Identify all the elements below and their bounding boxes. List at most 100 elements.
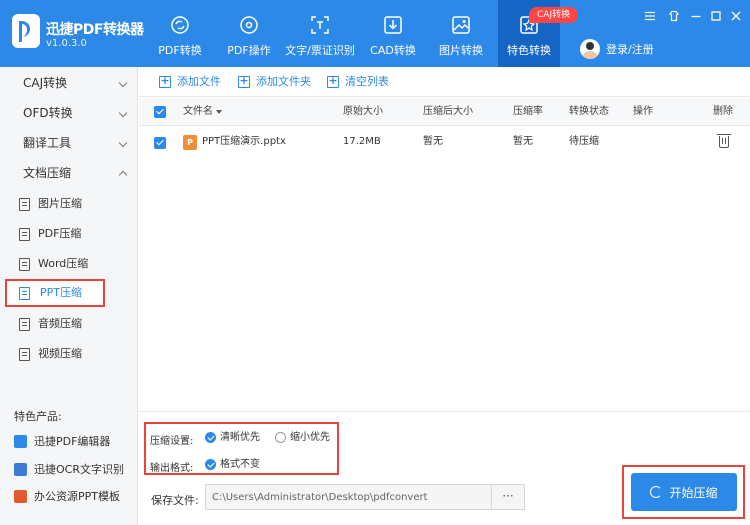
table-row[interactable]: PPT压缩演示.pptx 17.2MB 暂无 暂无 待压缩 xyxy=(139,127,750,157)
start-compress-button[interactable]: 开始压缩 xyxy=(631,473,737,511)
skin-icon xyxy=(669,10,679,22)
pdf-editor-icon xyxy=(14,435,27,448)
trash-icon[interactable] xyxy=(717,134,731,148)
row-checkbox[interactable] xyxy=(154,137,166,149)
option-keep-format[interactable]: 格式不变 xyxy=(205,459,260,471)
sidebar-cat-caj[interactable]: CAJ转换 xyxy=(0,68,138,98)
add-file-button[interactable]: 添加文件 xyxy=(159,74,221,89)
sidebar-cat-compress[interactable]: 文档压缩 xyxy=(0,158,138,188)
sidebar: CAJ转换 OFD转换 翻译工具 文档压缩 图片压缩 PDF压缩 Word压缩 … xyxy=(0,67,138,525)
featured-title: 特色产品: xyxy=(14,410,62,423)
browse-button[interactable]: ··· xyxy=(491,484,525,510)
tab-pdf-operate[interactable]: PDF操作 xyxy=(218,0,280,67)
add-folder-label: 添加文件夹 xyxy=(256,75,311,88)
radio-checked-icon xyxy=(205,432,216,443)
tab-label: PDF转换 xyxy=(158,44,202,57)
refresh-icon xyxy=(650,486,663,498)
option-label: 缩小优先 xyxy=(290,432,330,443)
orig-size: 17.2MB xyxy=(343,136,381,147)
sidebar-item-video-compress[interactable]: 视频压缩 xyxy=(5,340,105,368)
sidebar-item-image-compress[interactable]: 图片压缩 xyxy=(5,190,105,218)
status: 待压缩 xyxy=(569,136,599,147)
tab-label: 文字/票证识别 xyxy=(285,44,355,57)
sidebar-item-audio-compress[interactable]: 音频压缩 xyxy=(5,310,105,338)
menu-button[interactable] xyxy=(642,8,658,24)
add-folder-icon xyxy=(238,74,250,88)
tab-ocr[interactable]: 文字/票证识别 xyxy=(282,0,358,67)
option-small-priority[interactable]: 缩小优先 xyxy=(275,432,330,444)
add-folder-button[interactable]: 添加文件夹 xyxy=(238,74,311,89)
sidebar-item-ppt-compress[interactable]: PPT压缩 xyxy=(5,279,105,307)
save-file-label: 保存文件: xyxy=(151,494,199,507)
col-comp-size: 压缩后大小 xyxy=(423,106,473,117)
pdf-file-icon xyxy=(19,228,30,241)
close-button[interactable] xyxy=(728,8,744,24)
sidebar-item-label: 音频压缩 xyxy=(38,317,82,330)
col-status: 转换状态 xyxy=(569,106,609,117)
toolbar: 添加文件 添加文件夹 清空列表 xyxy=(139,67,750,97)
featured-ppt-template[interactable]: 办公资源PPT模板 xyxy=(14,488,120,506)
sidebar-item-pdf-compress[interactable]: PDF压缩 xyxy=(5,220,105,248)
maximize-icon xyxy=(711,11,721,21)
ratio: 暂无 xyxy=(513,136,533,147)
download-box-icon xyxy=(384,16,402,34)
word-file-icon xyxy=(19,258,30,271)
add-file-icon xyxy=(159,74,171,88)
minimize-button[interactable] xyxy=(688,8,704,24)
sidebar-cat-label: 文档压缩 xyxy=(23,166,72,180)
close-icon xyxy=(731,11,741,21)
ppt-file-icon xyxy=(183,135,197,150)
sidebar-cat-label: 翻译工具 xyxy=(23,136,72,150)
option-label: 清晰优先 xyxy=(220,432,260,443)
ppt-template-icon xyxy=(14,490,27,503)
title-bar: 迅捷PDF转换器 v1.0.3.0 PDF转换 PDF操作 文字/票证识别 CA… xyxy=(0,0,750,67)
featured-ocr[interactable]: 迅捷OCR文字识别 xyxy=(14,461,124,479)
chevron-down-icon xyxy=(118,138,128,148)
skin-button[interactable] xyxy=(666,8,682,24)
tab-image[interactable]: 图片转换 xyxy=(430,0,492,67)
save-path-input[interactable] xyxy=(205,484,492,510)
featured-label: 迅捷OCR文字识别 xyxy=(34,463,124,476)
col-delete: 删除 xyxy=(713,106,733,117)
sidebar-item-label: 图片压缩 xyxy=(38,197,82,210)
tab-pdf-convert[interactable]: PDF转换 xyxy=(142,0,218,67)
clear-list-button[interactable]: 清空列表 xyxy=(327,74,389,89)
start-compress-label: 开始压缩 xyxy=(669,485,718,500)
compress-settings-label: 压缩设置: xyxy=(150,436,194,447)
featured-pdf-editor[interactable]: 迅捷PDF编辑器 xyxy=(14,433,110,451)
sort-icon xyxy=(216,110,222,114)
app-name: 迅捷PDF转换器 xyxy=(46,22,144,38)
image-icon xyxy=(452,16,470,34)
sidebar-cat-ofd[interactable]: OFD转换 xyxy=(0,98,138,128)
tab-cad[interactable]: CAD转换 xyxy=(362,0,424,67)
ppt-file-icon xyxy=(19,287,30,300)
login-button[interactable]: 登录/注册 xyxy=(580,38,654,60)
comp-size: 暂无 xyxy=(423,136,443,147)
col-filename[interactable]: 文件名 xyxy=(183,98,222,126)
clear-list-icon xyxy=(327,74,339,88)
radio-unchecked-icon xyxy=(275,432,286,443)
table-header: 文件名 原始大小 压缩后大小 压缩率 转换状态 操作 删除 xyxy=(139,98,750,126)
sidebar-item-label: Word压缩 xyxy=(38,257,89,270)
menu-icon xyxy=(645,11,655,21)
select-all-checkbox[interactable] xyxy=(154,106,166,118)
sidebar-item-word-compress[interactable]: Word压缩 xyxy=(5,250,105,278)
chevron-down-icon xyxy=(118,108,128,118)
col-action: 操作 xyxy=(633,106,653,117)
sidebar-item-label: 视频压缩 xyxy=(38,347,82,360)
sidebar-item-label: PPT压缩 xyxy=(40,286,82,299)
minimize-icon xyxy=(691,15,701,18)
tab-label: PDF操作 xyxy=(227,44,271,57)
featured-label: 办公资源PPT模板 xyxy=(34,490,120,503)
chevron-down-icon xyxy=(118,78,128,88)
col-orig-size: 原始大小 xyxy=(343,106,383,117)
option-clear-priority[interactable]: 清晰优先 xyxy=(205,432,260,444)
video-file-icon xyxy=(19,348,30,361)
sidebar-cat-label: CAJ转换 xyxy=(23,76,68,90)
sidebar-cat-translate[interactable]: 翻译工具 xyxy=(0,128,138,158)
image-file-icon xyxy=(19,198,30,211)
add-file-label: 添加文件 xyxy=(177,75,221,88)
sidebar-item-label: PDF压缩 xyxy=(38,227,82,240)
clear-list-label: 清空列表 xyxy=(345,75,389,88)
maximize-button[interactable] xyxy=(708,8,724,24)
